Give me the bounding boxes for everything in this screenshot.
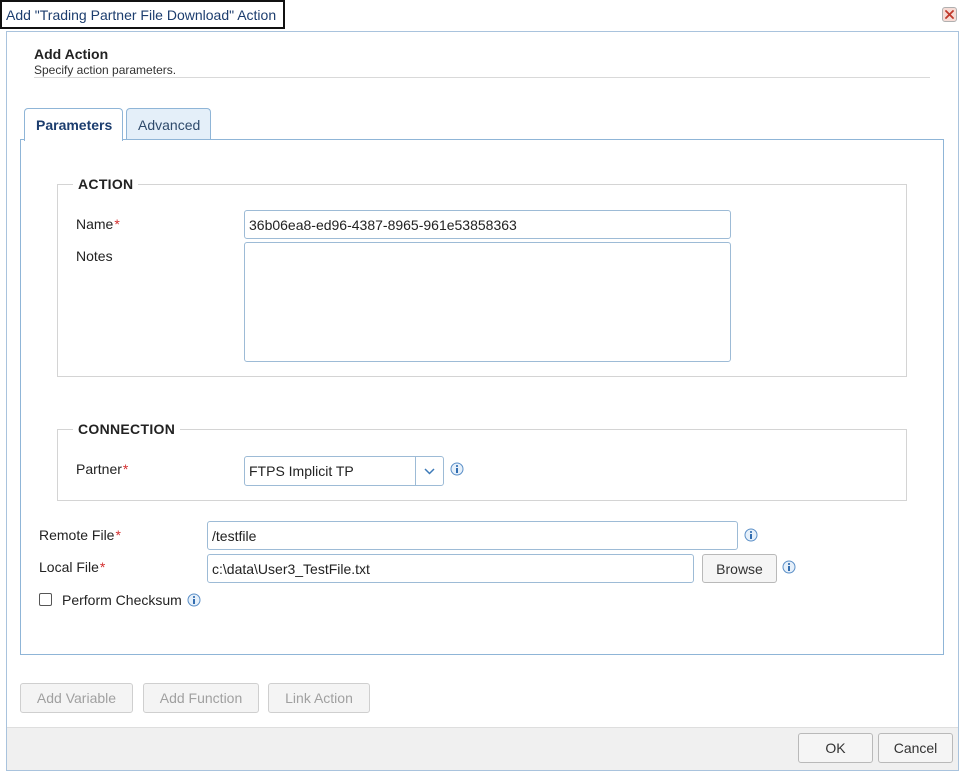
name-input[interactable]: 36b06ea8-ed96-4387-8965-961e53858363	[244, 210, 731, 239]
local-file-info-icon[interactable]	[782, 560, 796, 574]
add-variable-button[interactable]: Add Variable	[20, 683, 133, 713]
partner-select-value: FTPS Implicit TP	[249, 463, 354, 479]
ok-button[interactable]: OK	[798, 733, 873, 763]
checksum-info-icon[interactable]	[187, 593, 201, 607]
close-button[interactable]	[942, 7, 957, 22]
perform-checksum-checkbox[interactable]	[39, 593, 52, 606]
name-label-text: Name	[76, 216, 114, 232]
window-title: Add "Trading Partner File Download" Acti…	[0, 0, 286, 29]
dialog-header-title: Add Action	[34, 46, 109, 62]
partner-label: Partner*	[76, 461, 128, 477]
remote-file-label-text: Remote File	[39, 527, 115, 543]
dialog-header-subtitle: Specify action parameters.	[34, 63, 177, 77]
header-divider	[34, 77, 930, 78]
required-marker: *	[114, 216, 120, 232]
local-file-input[interactable]: c:\data\User3_TestFile.txt	[207, 554, 694, 583]
local-file-label-text: Local File	[39, 559, 99, 575]
perform-checksum-label: Perform Checksum	[62, 592, 182, 608]
name-label: Name*	[76, 216, 120, 232]
connection-legend: CONNECTION	[73, 421, 181, 437]
close-icon	[945, 10, 954, 19]
partner-label-text: Partner	[76, 461, 122, 477]
required-marker: *	[115, 527, 121, 543]
local-file-label: Local File*	[39, 559, 105, 575]
partner-select[interactable]: FTPS Implicit TP	[244, 456, 444, 486]
remote-file-label: Remote File*	[39, 527, 121, 543]
required-marker: *	[122, 461, 129, 477]
chevron-down-icon[interactable]	[415, 457, 443, 485]
link-action-button[interactable]: Link Action	[268, 683, 370, 713]
cancel-button[interactable]: Cancel	[878, 733, 953, 763]
required-marker: *	[99, 559, 106, 575]
partner-info-icon[interactable]	[450, 462, 464, 476]
notes-label: Notes	[76, 248, 113, 264]
tab-advanced[interactable]: Advanced	[126, 108, 212, 140]
browse-button[interactable]: Browse	[702, 554, 777, 583]
connection-fieldset	[57, 429, 907, 501]
add-function-button[interactable]: Add Function	[143, 683, 259, 713]
action-legend: ACTION	[73, 176, 139, 192]
notes-textarea[interactable]	[244, 242, 731, 362]
remote-file-info-icon[interactable]	[744, 528, 758, 542]
tab-parameters[interactable]: Parameters	[24, 108, 124, 141]
remote-file-input[interactable]: /testfile	[207, 521, 738, 550]
